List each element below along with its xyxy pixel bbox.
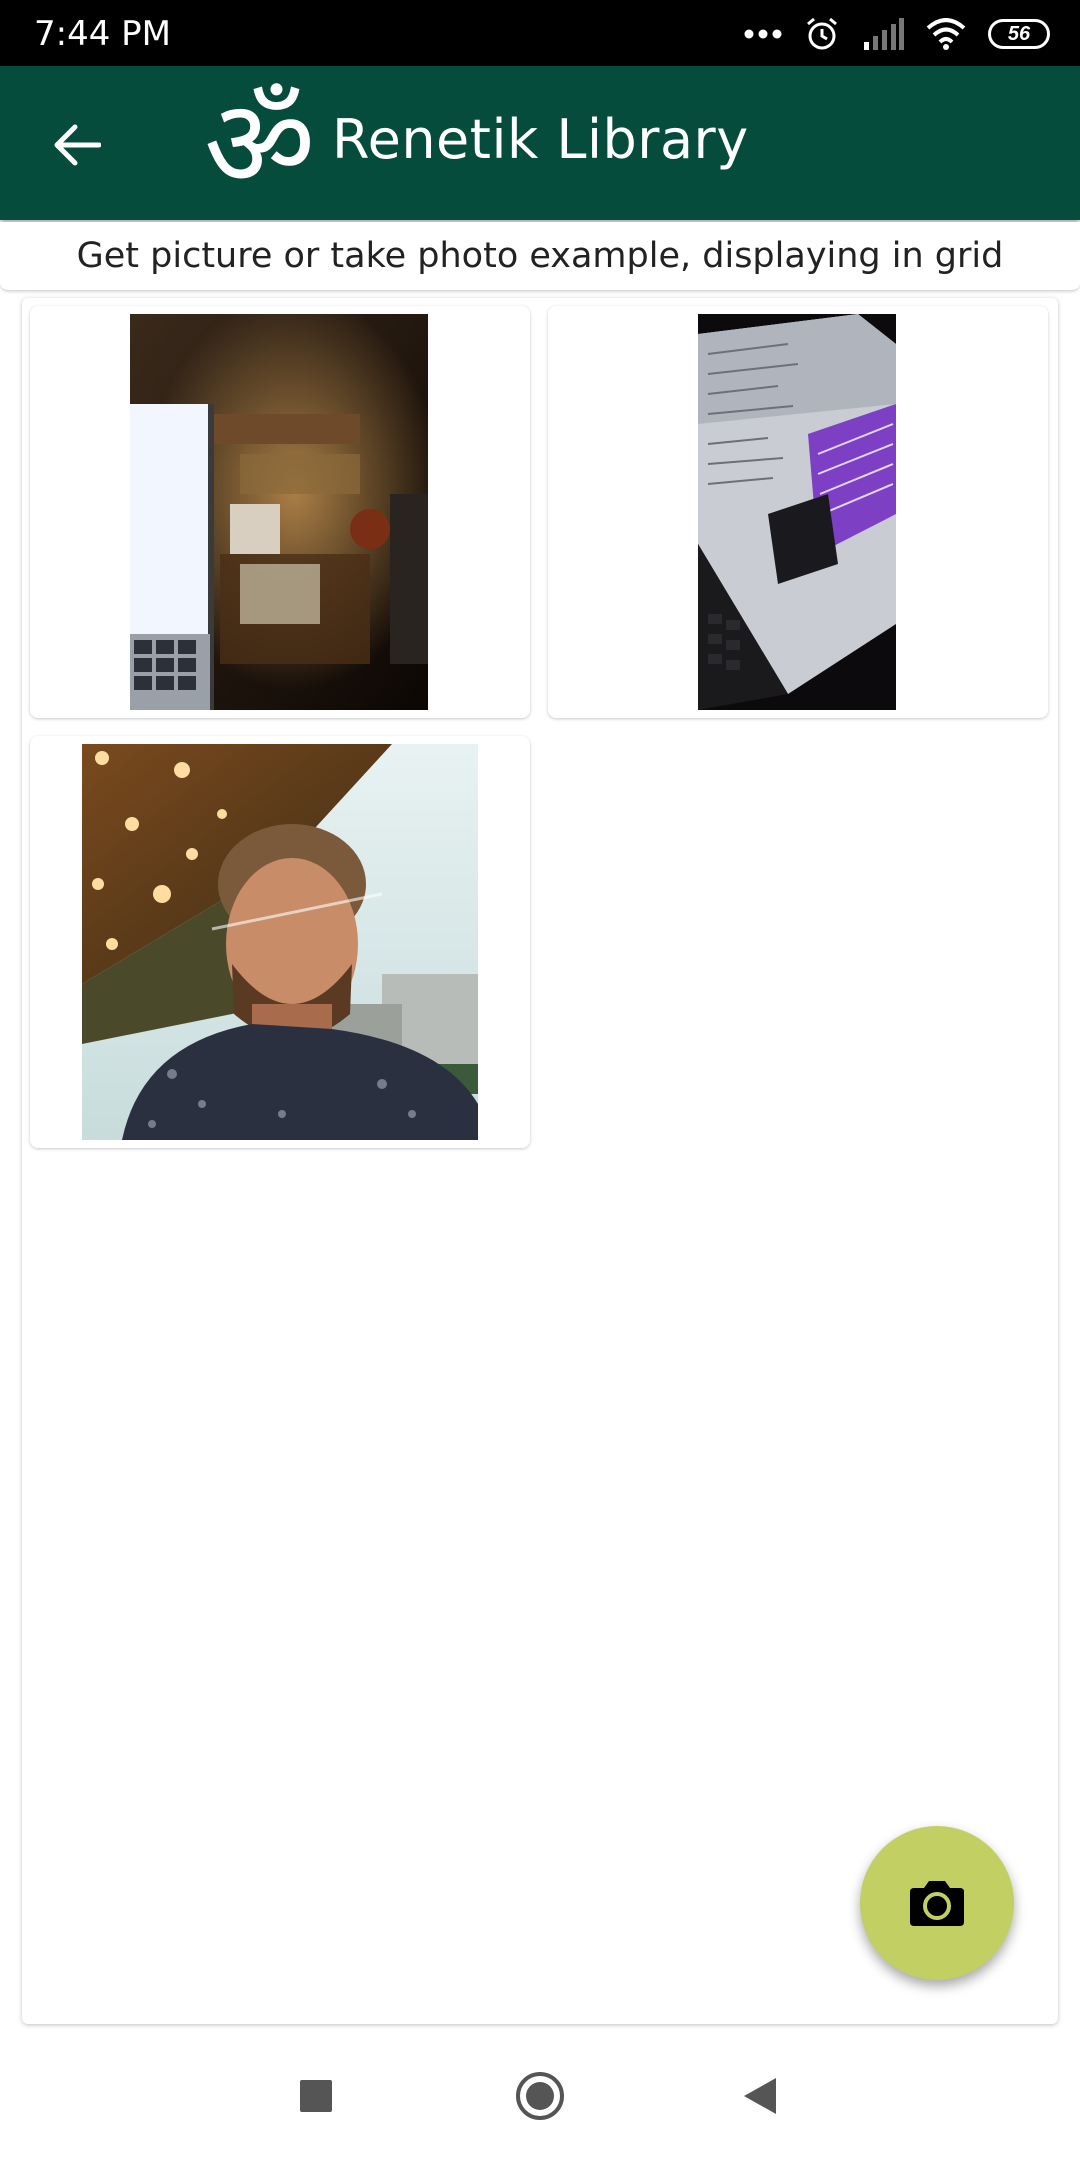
- om-logo: ॐ: [204, 73, 316, 215]
- app-toolbar: ॐ Renetik Library: [0, 66, 1080, 220]
- page-subtitle: Get picture or take photo example, displ…: [76, 236, 1004, 276]
- signal-icon: [864, 18, 904, 50]
- man-selfie-photo: [82, 744, 478, 1140]
- recent-apps-button[interactable]: [284, 2064, 348, 2128]
- laptop-screen-photo: [698, 314, 896, 710]
- grid-item[interactable]: [30, 306, 530, 718]
- back-icon: [744, 2078, 776, 2114]
- recent-apps-icon: [300, 2080, 332, 2112]
- camera-icon: [910, 1881, 964, 1926]
- app-title: Renetik Library: [332, 108, 749, 171]
- status-time: 7:44 PM: [34, 14, 171, 54]
- home-button[interactable]: [508, 2064, 572, 2128]
- system-back-button[interactable]: [728, 2064, 792, 2128]
- arrow-left-icon: [54, 124, 101, 166]
- laptop-desk-photo: [130, 314, 428, 710]
- grid-item[interactable]: [548, 306, 1048, 718]
- status-icons: 56: [744, 12, 1050, 56]
- system-nav-bar: [0, 2030, 1080, 2160]
- more-dots-icon: [744, 29, 782, 39]
- back-button[interactable]: [44, 112, 110, 178]
- battery-level: 56: [1007, 22, 1031, 45]
- wifi-icon: [926, 18, 966, 50]
- status-bar: 7:44 PM 56: [0, 0, 1080, 66]
- grid-item[interactable]: [30, 736, 530, 1148]
- subtitle-bar: Get picture or take photo example, displ…: [0, 222, 1080, 291]
- take-photo-button[interactable]: [860, 1826, 1014, 1980]
- home-icon: [516, 2072, 564, 2120]
- photo-grid: [22, 298, 1058, 2024]
- alarm-icon: [807, 17, 837, 50]
- battery-icon: 56: [988, 19, 1050, 49]
